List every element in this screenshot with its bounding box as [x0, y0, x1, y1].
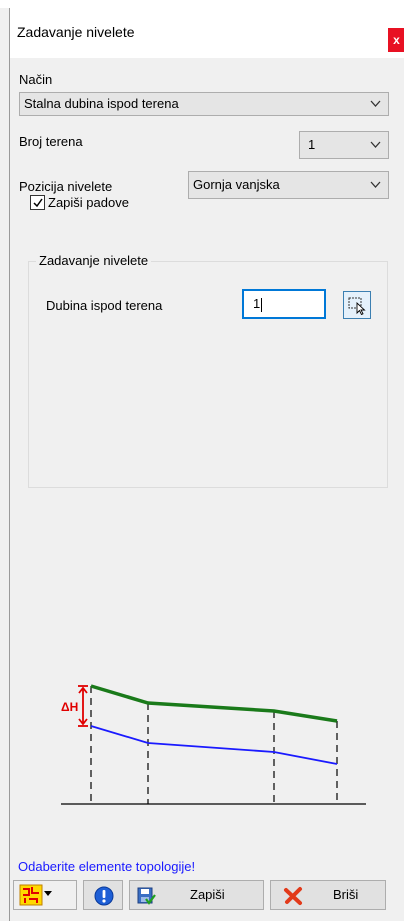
topology-icon: [19, 884, 43, 906]
nacin-label: Način: [19, 72, 53, 87]
niveleta-line: [90, 725, 338, 765]
zapisi-padove-label: Zapiši padove: [48, 195, 129, 210]
delta-h-label: ΔH: [61, 700, 78, 714]
broj-terena-value: 1: [308, 137, 316, 152]
pozicija-select[interactable]: Gornja vanjska: [188, 171, 389, 199]
chevron-down-icon: [370, 181, 381, 188]
text-cursor: [261, 297, 263, 312]
save-button[interactable]: Zapiši: [129, 880, 264, 910]
zapisi-padove-checkbox[interactable]: [30, 195, 45, 210]
dubina-value: 1: [253, 296, 261, 311]
dubina-label: Dubina ispod terena: [46, 298, 163, 313]
terrain-line: [90, 684, 338, 723]
topology-menu-button[interactable]: [13, 880, 77, 910]
delete-label: Briši: [333, 887, 359, 902]
delete-x-icon: [284, 887, 302, 905]
checkmark-icon: [33, 198, 43, 208]
dropdown-arrow-icon: [44, 891, 52, 896]
save-disk-icon: [137, 887, 156, 905]
save-label: Zapiši: [190, 887, 225, 902]
nacin-value: Stalna dubina ispod terena: [24, 96, 179, 111]
dialog-window: Zadavanje nivelete x Način Stalna dubina…: [9, 8, 404, 921]
info-icon: [94, 886, 114, 906]
status-message: Odaberite elemente topologije!: [18, 859, 196, 874]
broj-terena-label: Broj terena: [19, 134, 83, 149]
nacin-select[interactable]: Stalna dubina ispod terena: [19, 92, 389, 116]
broj-terena-select[interactable]: 1: [299, 131, 389, 159]
chevron-down-icon: [370, 141, 381, 148]
close-button[interactable]: x: [388, 28, 404, 52]
chevron-down-icon: [370, 100, 381, 107]
pozicija-value: Gornja vanjska: [193, 177, 280, 192]
info-button[interactable]: [83, 880, 123, 910]
pozicija-label: Pozicija nivelete: [19, 179, 113, 194]
pick-point-button[interactable]: [343, 291, 371, 319]
station-lines: [90, 686, 338, 804]
zadavanje-nivelete-group: [28, 261, 388, 488]
title-bar: Zadavanje nivelete x: [10, 8, 404, 58]
niveleta-diagram: ΔH: [61, 684, 366, 805]
select-cursor-icon: [348, 297, 366, 315]
delete-button[interactable]: Briši: [270, 880, 386, 910]
delta-h-marker: [78, 685, 88, 727]
dubina-input[interactable]: 1: [242, 289, 326, 319]
group-title: Zadavanje nivelete: [36, 253, 152, 268]
screen-top-strip: [0, 0, 404, 8]
window-title: Zadavanje nivelete: [17, 24, 135, 40]
